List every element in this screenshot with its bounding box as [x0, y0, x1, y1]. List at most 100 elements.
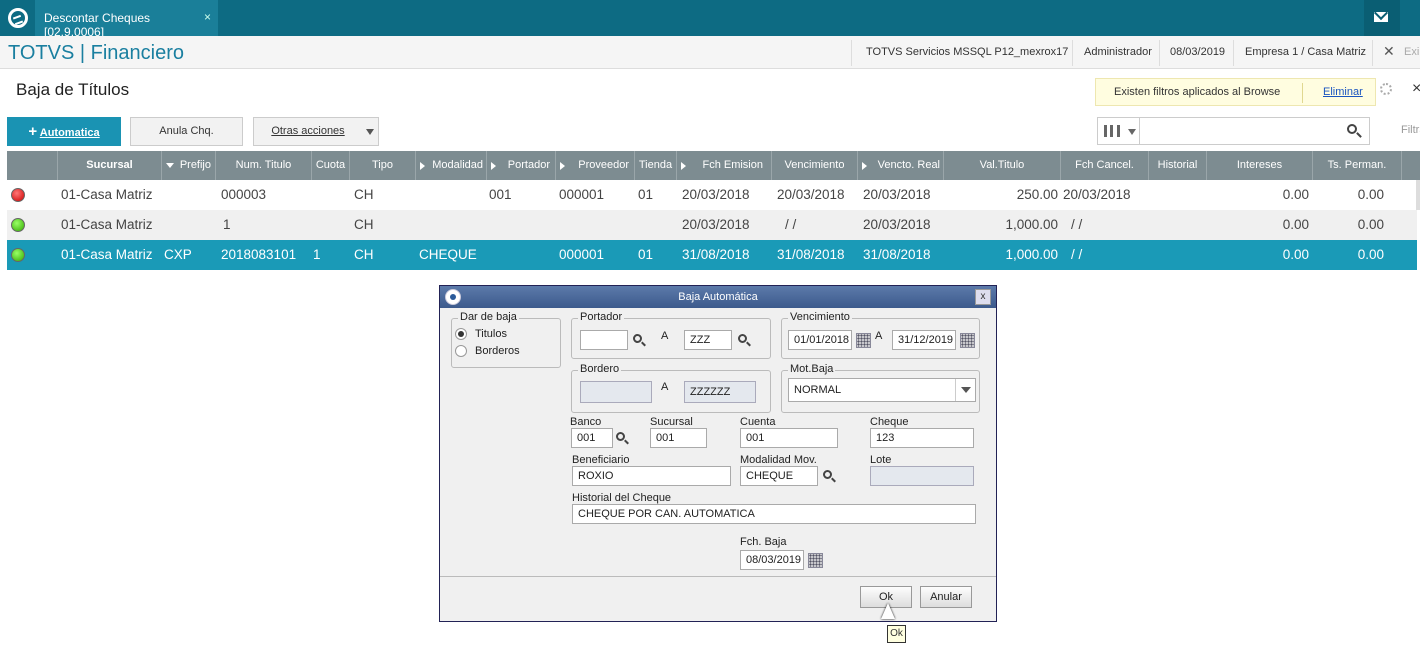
- bordero-to-input: ZZZZZZ: [684, 381, 756, 403]
- cheque-input[interactable]: 123: [870, 428, 974, 448]
- anula-chq-button[interactable]: Anula Chq.: [130, 117, 243, 146]
- column-header-ts-perman[interactable]: Ts. Perman.: [1313, 151, 1402, 180]
- column-header-modalidad[interactable]: Modalidad: [416, 151, 487, 180]
- lote-label: Lote: [870, 454, 892, 466]
- vencimiento-from-input[interactable]: 01/01/2018: [788, 330, 852, 350]
- cell-tipo: CH: [354, 217, 374, 232]
- column-header-num-titulo[interactable]: Num. Titulo: [216, 151, 312, 180]
- column-header-historial[interactable]: Historial: [1149, 151, 1207, 180]
- cell-vencto-real: 31/08/2018: [863, 247, 931, 262]
- expand-icon: [560, 162, 565, 170]
- totvs-logo-icon[interactable]: [8, 8, 28, 28]
- cell-num-titulo: 000003: [221, 187, 267, 202]
- expand-icon: [862, 162, 867, 170]
- column-header-fch-cancel[interactable]: Fch Cancel.: [1061, 151, 1149, 180]
- column-header-tienda[interactable]: Tienda: [635, 151, 677, 180]
- column-header-prefijo[interactable]: Prefijo: [162, 151, 216, 180]
- header-divider: [1072, 40, 1073, 66]
- filter-label[interactable]: Filtra: [1401, 124, 1420, 136]
- exit-label[interactable]: Exi: [1404, 46, 1419, 58]
- table-row[interactable]: 01-Casa Matriz 000003 CH 001 000001 01 2…: [7, 180, 1417, 210]
- column-header-status[interactable]: [7, 151, 58, 180]
- search-divider: [1139, 118, 1140, 144]
- portador-from-search-icon[interactable]: [633, 334, 642, 343]
- columns-icon[interactable]: [1104, 125, 1120, 137]
- chevron-down-icon[interactable]: [1128, 129, 1136, 135]
- column-header-tipo[interactable]: Tipo: [350, 151, 416, 180]
- table-row[interactable]: 01-Casa Matriz 1 CH 20/03/2018 / / 20/03…: [7, 210, 1417, 240]
- banco-search-icon[interactable]: [616, 432, 625, 441]
- column-header-portador[interactable]: Portador: [487, 151, 556, 180]
- page-title: Baja de Títulos: [16, 80, 130, 99]
- portador-from-input[interactable]: [580, 330, 628, 350]
- portador-to-input[interactable]: ZZZ: [684, 330, 732, 350]
- modalidad-mov-lookup-icon[interactable]: [823, 470, 832, 479]
- filter-notice: Existen filtros aplicados al Browse Elim…: [1095, 78, 1376, 106]
- cell-tienda: 01: [638, 187, 654, 202]
- beneficiario-input[interactable]: ROXIO: [572, 466, 731, 486]
- column-header-sucursal[interactable]: Sucursal: [58, 151, 162, 180]
- column-header-intereses[interactable]: Intereses: [1207, 151, 1313, 180]
- fch-baja-input[interactable]: 08/03/2019: [740, 550, 804, 570]
- gear-icon[interactable]: [1380, 83, 1392, 95]
- radio-borderos-label[interactable]: Borderos: [475, 345, 520, 357]
- top-bar: Descontar Cheques [02.9.0006] ×: [0, 0, 1420, 39]
- vencimiento-to-input[interactable]: 31/12/2019: [892, 330, 956, 350]
- cell-num-titulo: 1: [223, 217, 231, 232]
- modalidad-mov-input[interactable]: CHEQUE: [740, 466, 818, 486]
- mot-baja-label: Mot.Baja: [788, 363, 836, 375]
- radio-titulos[interactable]: [455, 328, 467, 340]
- cuenta-label: Cuenta: [740, 416, 776, 428]
- portador-to-search-icon[interactable]: [738, 334, 747, 343]
- anular-button[interactable]: Anular: [920, 586, 972, 608]
- cell-proveedor: 000001: [559, 247, 605, 262]
- mot-baja-value: NORMAL: [794, 384, 842, 396]
- filter-notice-text: Existen filtros aplicados al Browse: [1114, 86, 1281, 98]
- close-icon[interactable]: ×: [1412, 80, 1420, 98]
- banco-input[interactable]: 001: [571, 428, 613, 448]
- dialog-close-button[interactable]: x: [975, 289, 991, 305]
- cell-vencto-real: 20/03/2018: [863, 217, 931, 232]
- remove-filters-link[interactable]: Eliminar: [1323, 86, 1363, 98]
- modalidad-mov-label: Modalidad Mov.: [740, 454, 817, 466]
- tab-descontar-cheques[interactable]: Descontar Cheques [02.9.0006] ×: [35, 0, 218, 39]
- plus-icon: +: [28, 123, 38, 140]
- calendar-icon[interactable]: [856, 333, 871, 348]
- cell-num-titulo: 2018083101: [221, 247, 297, 262]
- table-row-selected[interactable]: 01-Casa Matriz CXP 2018083101 1 CH CHEQU…: [7, 240, 1417, 270]
- lote-input: [870, 466, 974, 486]
- column-header-vencto-real[interactable]: Vencto. Real: [858, 151, 944, 180]
- search-box[interactable]: [1097, 117, 1370, 145]
- column-header-overflow[interactable]: [1402, 151, 1420, 180]
- cuenta-input[interactable]: 001: [740, 428, 838, 448]
- otras-acciones-button[interactable]: Otras acciones: [253, 117, 379, 146]
- calendar-icon[interactable]: [808, 553, 823, 568]
- mail-button[interactable]: [1364, 0, 1400, 36]
- company-info[interactable]: Empresa 1 / Casa Matriz: [1245, 46, 1366, 58]
- column-header-fch-emision-label: Fch Emision: [702, 159, 763, 171]
- baja-automatica-dialog: Baja Automática x Dar de baja Titulos Bo…: [439, 285, 997, 622]
- radio-borderos[interactable]: [455, 345, 467, 357]
- top-bar-edge: [1405, 0, 1420, 36]
- radio-titulos-label[interactable]: Titulos: [475, 328, 507, 340]
- vencimiento-label: Vencimiento: [788, 311, 852, 323]
- cell-val-titulo: 1,000.00: [1005, 217, 1058, 232]
- column-header-cuota[interactable]: Cuota: [312, 151, 350, 180]
- cell-sucursal: 01-Casa Matriz: [61, 217, 153, 232]
- header-divider: [851, 40, 852, 66]
- grid-scrollbar[interactable]: [1416, 180, 1420, 210]
- chevron-down-icon[interactable]: [955, 379, 975, 401]
- mot-baja-select[interactable]: NORMAL: [788, 378, 976, 402]
- column-header-val-titulo[interactable]: Val.Titulo: [944, 151, 1061, 180]
- exit-icon[interactable]: ✕: [1383, 43, 1395, 60]
- column-header-fch-emision[interactable]: Fch Emision: [677, 151, 772, 180]
- automatica-label: Automatica: [39, 127, 100, 139]
- column-header-vencimiento[interactable]: Vencimiento: [772, 151, 858, 180]
- tab-close-icon[interactable]: ×: [204, 10, 211, 24]
- column-header-proveedor[interactable]: Proveedor: [556, 151, 635, 180]
- calendar-icon[interactable]: [960, 333, 975, 348]
- historial-input[interactable]: CHEQUE POR CAN. AUTOMATICA: [572, 504, 976, 524]
- sucursal-input[interactable]: 001: [650, 428, 707, 448]
- search-icon[interactable]: [1347, 124, 1357, 134]
- automatica-button[interactable]: + Automatica: [7, 117, 121, 146]
